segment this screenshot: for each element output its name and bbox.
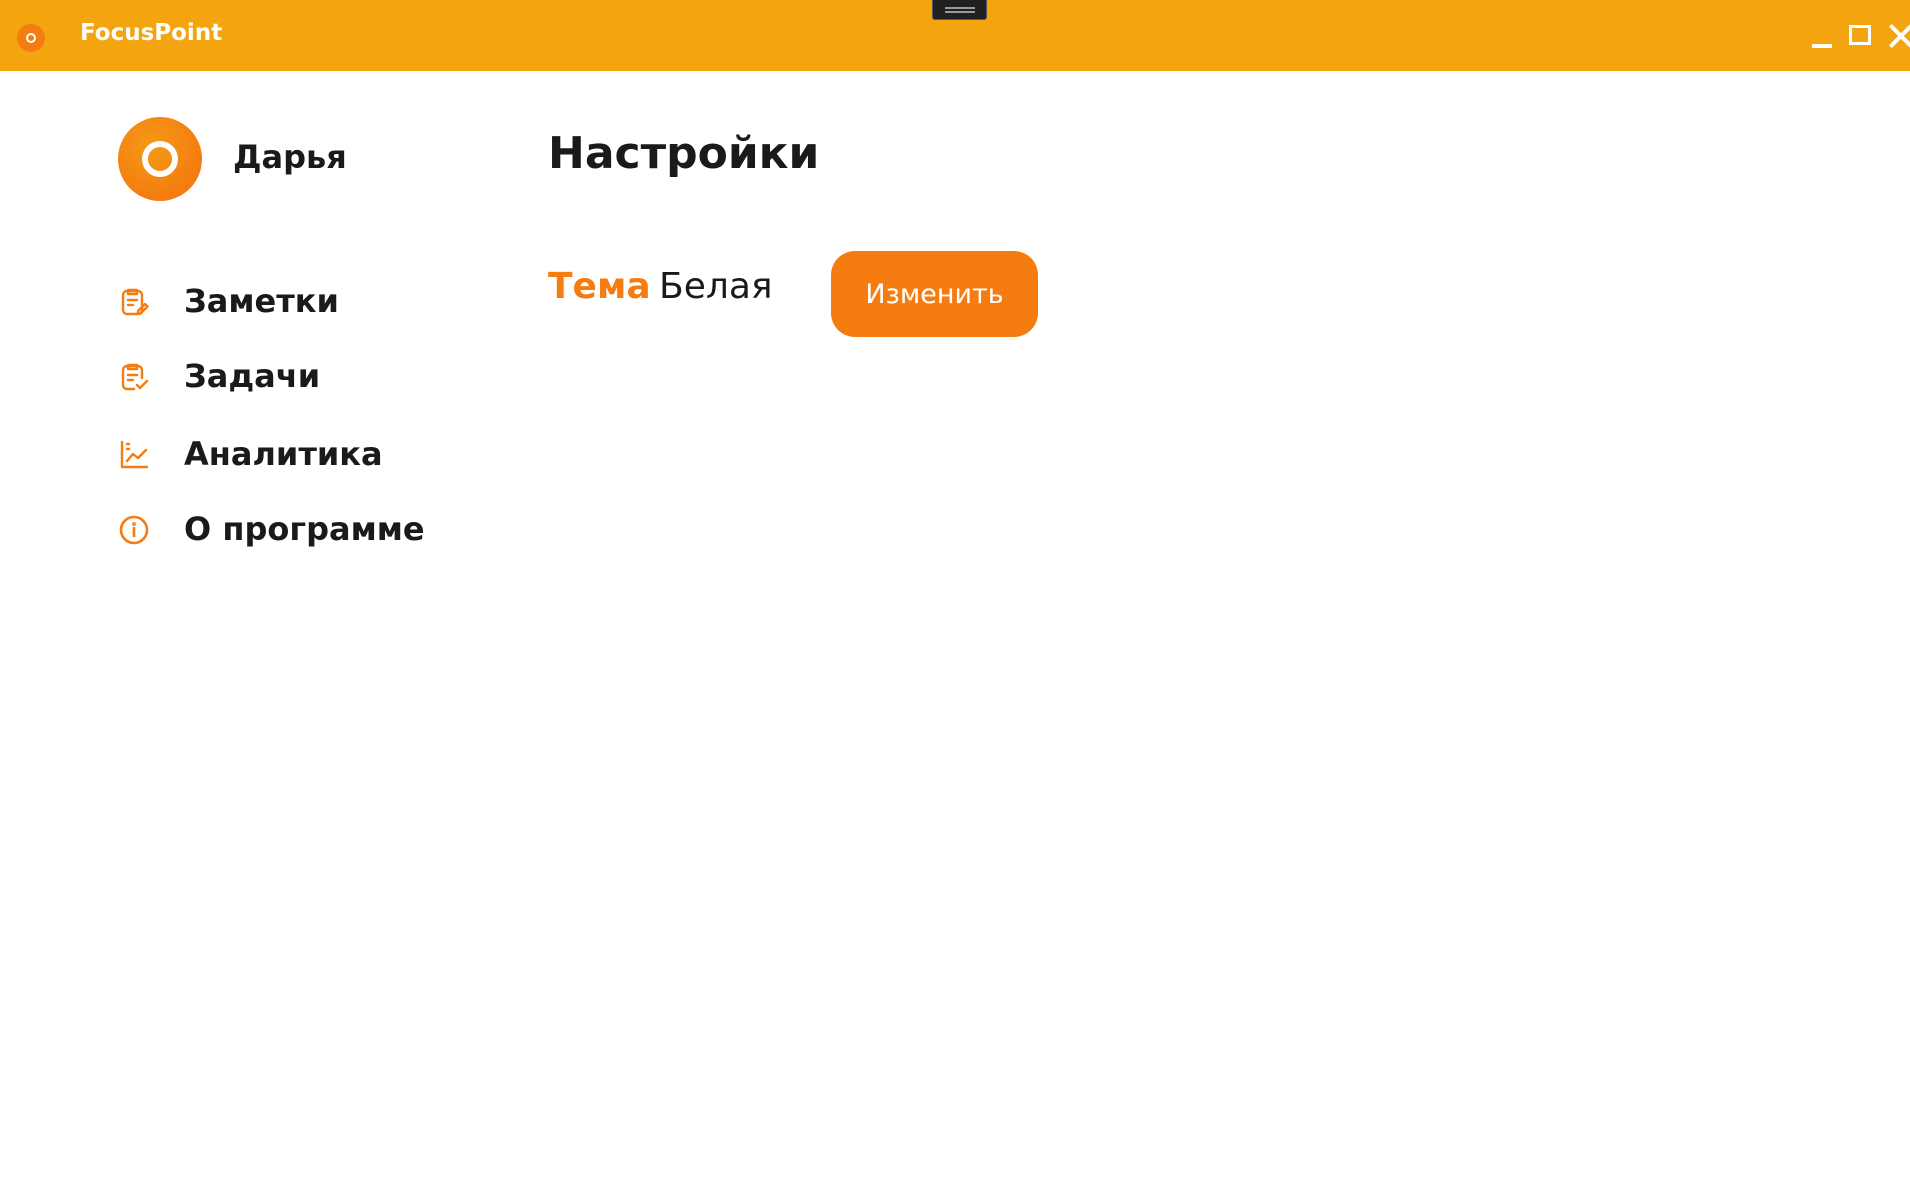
- notes-icon: [121, 288, 149, 316]
- sidebar-item-notes[interactable]: Заметки: [118, 278, 448, 326]
- sidebar-item-about[interactable]: О программе: [118, 506, 448, 554]
- theme-label: Тема: [548, 266, 651, 307]
- sidebar-item-tasks[interactable]: Задачи: [118, 353, 448, 401]
- close-button[interactable]: [1882, 20, 1910, 52]
- drag-handle[interactable]: [932, 0, 987, 20]
- minimize-button[interactable]: [1806, 20, 1838, 52]
- sidebar-item-label: Аналитика: [184, 435, 383, 473]
- app-title: FocusPoint: [80, 20, 223, 46]
- chart-icon: [120, 440, 149, 469]
- page-title: Настройки: [548, 128, 820, 179]
- user-name: Дарья: [233, 138, 347, 176]
- change-theme-button[interactable]: Изменить: [831, 251, 1038, 337]
- maximize-button[interactable]: [1844, 20, 1876, 52]
- tasks-icon: [121, 363, 149, 391]
- theme-value: Белая: [659, 266, 773, 307]
- sidebar-item-label: Заметки: [184, 282, 339, 320]
- title-bar: FocusPoint: [0, 0, 1910, 71]
- sidebar-item-analytics[interactable]: Аналитика: [118, 431, 448, 479]
- app-logo-icon: [17, 24, 45, 52]
- sidebar-item-label: О программе: [184, 510, 425, 548]
- avatar: [118, 117, 202, 201]
- info-icon: [119, 515, 149, 545]
- sidebar-item-label: Задачи: [184, 357, 321, 395]
